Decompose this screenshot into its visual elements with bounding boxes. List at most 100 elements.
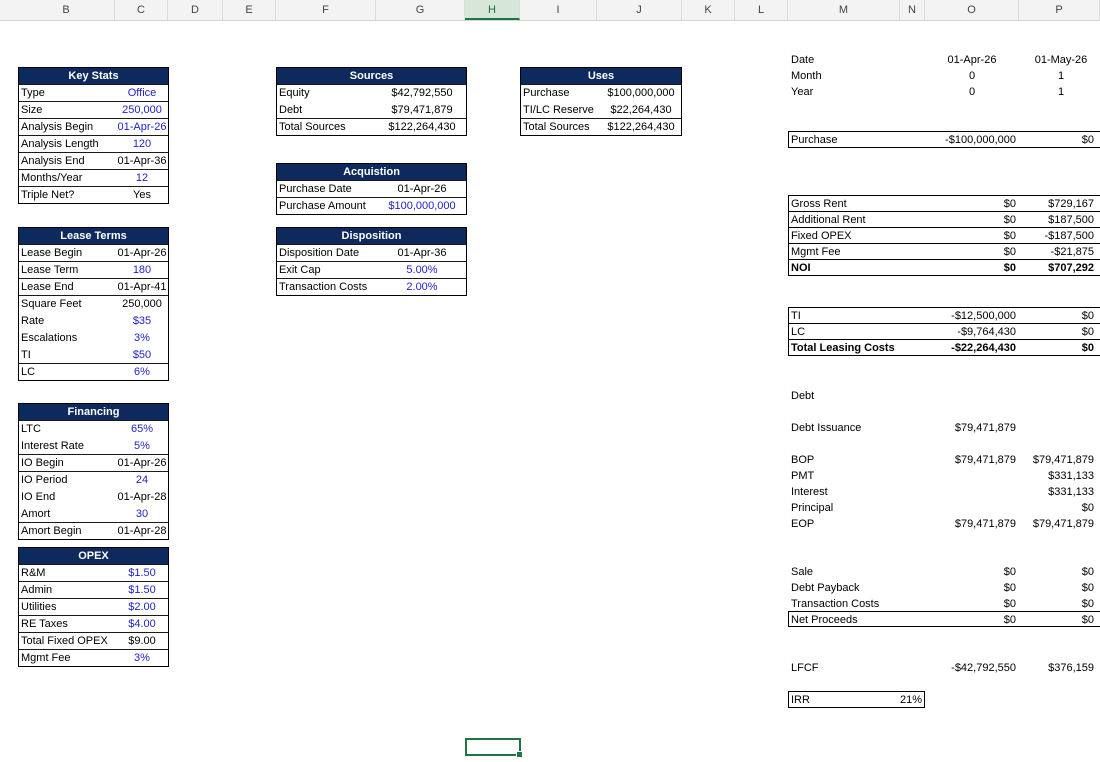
acquisition-value[interactable]: 01-Apr-26: [369, 181, 475, 197]
lease-terms-value[interactable]: $35: [115, 313, 169, 329]
lease-terms-label[interactable]: LC: [21, 364, 35, 380]
noi-row-o-value[interactable]: $0: [906, 228, 1016, 244]
uses-value[interactable]: $100,000,000: [591, 85, 691, 101]
leasing-row-label[interactable]: Total Leasing Costs: [791, 340, 895, 356]
disposition-label[interactable]: Exit Cap: [279, 262, 321, 278]
column-header-m[interactable]: M: [788, 0, 900, 20]
lfcf-row-label[interactable]: LFCF: [791, 660, 819, 676]
debt-row-o-value[interactable]: [906, 468, 1016, 484]
key-stats-label[interactable]: Analysis Begin: [21, 119, 93, 135]
lease-terms-value[interactable]: 180: [115, 262, 169, 278]
debt-row-o-value[interactable]: [906, 500, 1016, 516]
opex-value[interactable]: $1.50: [115, 582, 169, 598]
noi-row-p-value[interactable]: -$21,875: [1004, 244, 1094, 260]
financing-label[interactable]: Amort Begin: [21, 523, 82, 539]
sale-row-p-value[interactable]: $0: [1004, 564, 1094, 580]
lease-terms-value[interactable]: $50: [115, 347, 169, 363]
financing-label[interactable]: Interest Rate: [21, 438, 84, 454]
opex-label[interactable]: RE Taxes: [21, 616, 68, 632]
disposition-label[interactable]: Transaction Costs: [279, 279, 367, 295]
debt-row-p-value[interactable]: $79,471,879: [1004, 516, 1094, 532]
disposition-value[interactable]: 01-Apr-36: [369, 245, 475, 261]
column-header-i[interactable]: I: [520, 0, 597, 20]
sale-row-label[interactable]: Debt Payback: [791, 580, 859, 596]
sources-value[interactable]: $79,471,879: [369, 102, 475, 118]
financing-label[interactable]: IO Period: [21, 472, 67, 488]
acquisition-value[interactable]: $100,000,000: [369, 198, 475, 214]
lease-terms-value[interactable]: 01-Apr-41: [115, 279, 169, 295]
lease-terms-label[interactable]: Escalations: [21, 330, 77, 346]
financing-value[interactable]: 01-Apr-26: [115, 455, 169, 471]
debt-issuance-value[interactable]: $79,471,879: [906, 420, 1016, 436]
lease-terms-label[interactable]: Rate: [21, 313, 44, 329]
key-stats-title[interactable]: Key Stats: [19, 68, 168, 84]
financing-value[interactable]: 24: [115, 472, 169, 488]
timeline-label[interactable]: Month: [791, 68, 822, 84]
column-header-f[interactable]: F: [276, 0, 376, 20]
lease-terms-label[interactable]: Lease Term: [21, 262, 78, 278]
lease-terms-label[interactable]: Square Feet: [21, 296, 82, 312]
column-header-h[interactable]: H: [465, 0, 520, 20]
debt-row-p-value[interactable]: $331,133: [1004, 468, 1094, 484]
leasing-row-o-value[interactable]: -$12,500,000: [906, 308, 1016, 324]
key-stats-value[interactable]: 01-Apr-26: [115, 119, 169, 135]
debt-row-p-value[interactable]: $0: [1004, 500, 1094, 516]
debt-row-p-value[interactable]: $331,133: [1004, 484, 1094, 500]
noi-row-label[interactable]: Fixed OPEX: [791, 228, 852, 244]
column-header-c[interactable]: C: [115, 0, 168, 20]
debt-row-o-value[interactable]: $79,471,879: [906, 516, 1016, 532]
leasing-row-label[interactable]: LC: [791, 324, 805, 340]
lease-terms-title[interactable]: Lease Terms: [19, 228, 168, 244]
opex-label[interactable]: Total Fixed OPEX: [21, 633, 108, 649]
noi-row-p-value[interactable]: $729,167: [1004, 196, 1094, 212]
financing-label[interactable]: Amort: [21, 506, 50, 522]
key-stats-label[interactable]: Analysis End: [21, 153, 85, 169]
irr-value[interactable]: 21%: [880, 692, 922, 708]
column-header-d[interactable]: D: [168, 0, 223, 20]
lease-terms-label[interactable]: Lease End: [21, 279, 74, 295]
sale-row-o-value[interactable]: $0: [906, 596, 1016, 612]
key-stats-label[interactable]: Triple Net?: [21, 187, 74, 203]
noi-row-label[interactable]: NOI: [791, 260, 811, 276]
acquisition-title[interactable]: Acquistion: [277, 164, 466, 180]
opex-value[interactable]: $1.50: [115, 565, 169, 581]
disposition-title[interactable]: Disposition: [277, 228, 466, 244]
sale-row-label[interactable]: Sale: [791, 564, 813, 580]
disposition-label[interactable]: Disposition Date: [279, 245, 359, 261]
timeline-o-value[interactable]: 01-Apr-26: [928, 52, 1016, 68]
financing-value[interactable]: 01-Apr-28: [115, 489, 169, 505]
acquisition-label[interactable]: Purchase Date: [279, 181, 352, 197]
debt-row-label[interactable]: BOP: [791, 452, 814, 468]
opex-label[interactable]: Mgmt Fee: [21, 650, 71, 666]
debt-row-o-value[interactable]: $79,471,879: [906, 452, 1016, 468]
sources-label[interactable]: Debt: [279, 102, 302, 118]
purchase-row-o-value[interactable]: -$100,000,000: [906, 132, 1016, 148]
key-stats-value[interactable]: 01-Apr-36: [115, 153, 169, 169]
opex-title[interactable]: OPEX: [19, 548, 168, 564]
opex-value[interactable]: $2.00: [115, 599, 169, 615]
column-header-e[interactable]: E: [223, 0, 276, 20]
uses-label[interactable]: Purchase: [523, 85, 569, 101]
column-header-g[interactable]: G: [376, 0, 465, 20]
leasing-row-label[interactable]: TI: [791, 308, 801, 324]
purchase-row-label[interactable]: Purchase: [791, 132, 837, 148]
noi-row-label[interactable]: Mgmt Fee: [791, 244, 841, 260]
sale-row-o-value[interactable]: $0: [906, 580, 1016, 596]
key-stats-value[interactable]: 12: [115, 170, 169, 186]
lease-terms-label[interactable]: TI: [21, 347, 31, 363]
column-header-o[interactable]: O: [925, 0, 1019, 20]
key-stats-value[interactable]: Yes: [115, 187, 169, 203]
uses-label[interactable]: TI/LC Reserve: [523, 102, 594, 118]
noi-row-p-value[interactable]: $707,292: [1004, 260, 1094, 276]
financing-value[interactable]: 65%: [115, 421, 169, 437]
lease-terms-value[interactable]: 250,000: [115, 296, 169, 312]
key-stats-value[interactable]: Office: [115, 85, 169, 101]
leasing-row-o-value[interactable]: -$9,764,430: [906, 324, 1016, 340]
lease-terms-label[interactable]: Lease Begin: [21, 245, 82, 261]
sale-row-o-value[interactable]: $0: [906, 564, 1016, 580]
uses-title[interactable]: Uses: [521, 68, 681, 84]
uses-value[interactable]: $22,264,430: [591, 102, 691, 118]
noi-row-p-value[interactable]: $187,500: [1004, 212, 1094, 228]
timeline-p-value[interactable]: 1: [1022, 68, 1100, 84]
sale-row-p-value[interactable]: $0: [1004, 596, 1094, 612]
